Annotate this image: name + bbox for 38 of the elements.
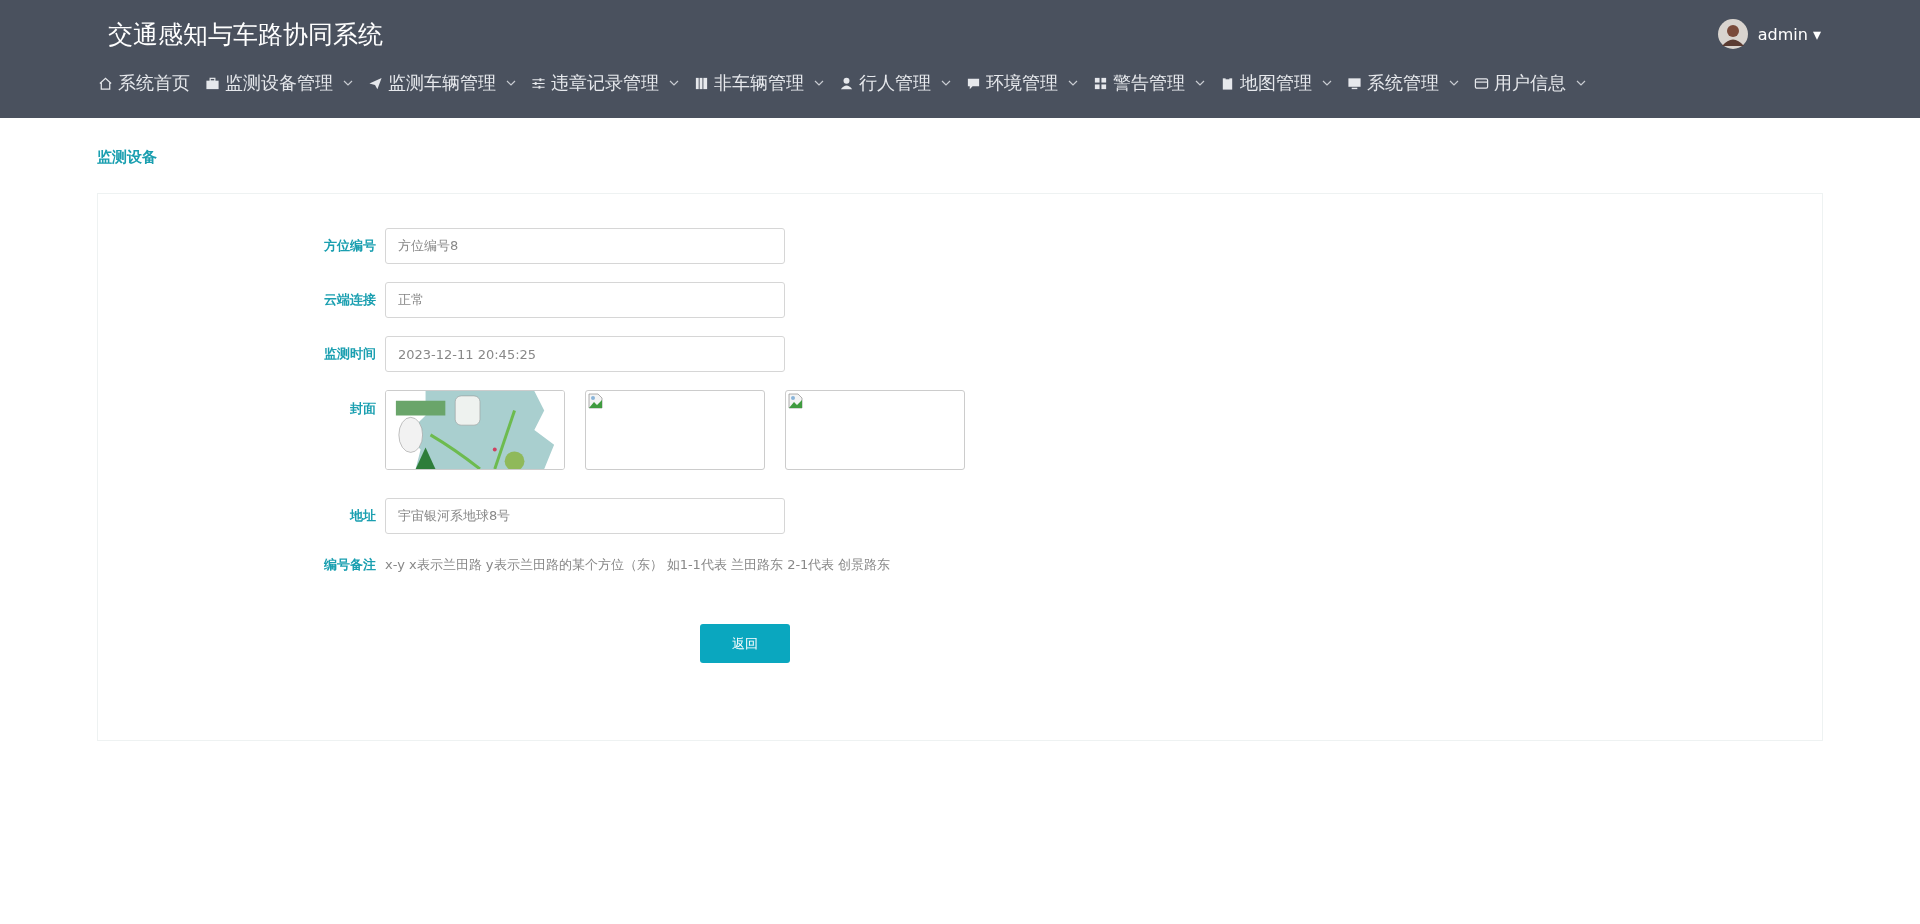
nav-menu-item[interactable]: 监测设备管理 <box>205 71 353 95</box>
nav-menu-item[interactable]: 地图管理 <box>1220 71 1332 95</box>
broken-image-icon <box>588 393 604 409</box>
nav-menu-item[interactable]: 行人管理 <box>839 71 951 95</box>
nav-menu-item[interactable]: 违章记录管理 <box>531 71 679 95</box>
home-icon <box>98 75 113 91</box>
grid-icon <box>1093 75 1108 91</box>
app-title: 交通感知与车路协同系统 <box>108 18 383 51</box>
broken-image-icon <box>788 393 804 409</box>
page-heading: 监测设备 <box>97 148 158 167</box>
clipboard-icon <box>1220 75 1235 91</box>
field-label: 监测时间 <box>323 345 377 363</box>
input-field[interactable]: 正常 <box>385 282 785 318</box>
paper-plane-icon <box>368 75 383 91</box>
input-field[interactable]: 宇宙银河系地球8号 <box>385 498 785 534</box>
monitor-icon <box>1347 75 1362 91</box>
nav-menu-item[interactable]: 非车辆管理 <box>694 71 824 95</box>
nav-menu-item[interactable]: 系统首页 <box>98 71 190 95</box>
field-label: 编号备注 <box>323 556 377 574</box>
nav-menu-item[interactable]: 警告管理 <box>1093 71 1205 95</box>
field-label: 封面 <box>349 400 377 418</box>
input-field[interactable]: 2023-12-11 20:45:25 <box>385 336 785 372</box>
user-menu[interactable]: admin ▾ <box>1757 24 1821 44</box>
briefcase-icon <box>205 75 220 91</box>
person-icon <box>839 75 854 91</box>
nav-menu-item[interactable]: 系统管理 <box>1347 71 1459 95</box>
avatar-icon[interactable] <box>1717 19 1748 49</box>
card-icon <box>1474 75 1489 91</box>
field-label: 地址 <box>348 507 377 525</box>
field-label: 云端连接 <box>323 291 377 309</box>
input-field[interactable]: 方位编号8 <box>385 228 785 264</box>
nav-menu-item[interactable]: 监测车辆管理 <box>368 71 516 95</box>
sliders-icon <box>531 75 546 91</box>
book-icon <box>694 75 709 91</box>
field-label: 方位编号 <box>323 237 377 255</box>
note-text: x-y x表示兰田路 y表示兰田路的某个方位（东） 如1-1代表 兰田路东 2-1代表 创景路东 <box>385 556 891 574</box>
nav-menu-item[interactable]: 环境管理 <box>966 71 1078 95</box>
nav-menu-item[interactable]: 用户信息 <box>1474 71 1586 95</box>
